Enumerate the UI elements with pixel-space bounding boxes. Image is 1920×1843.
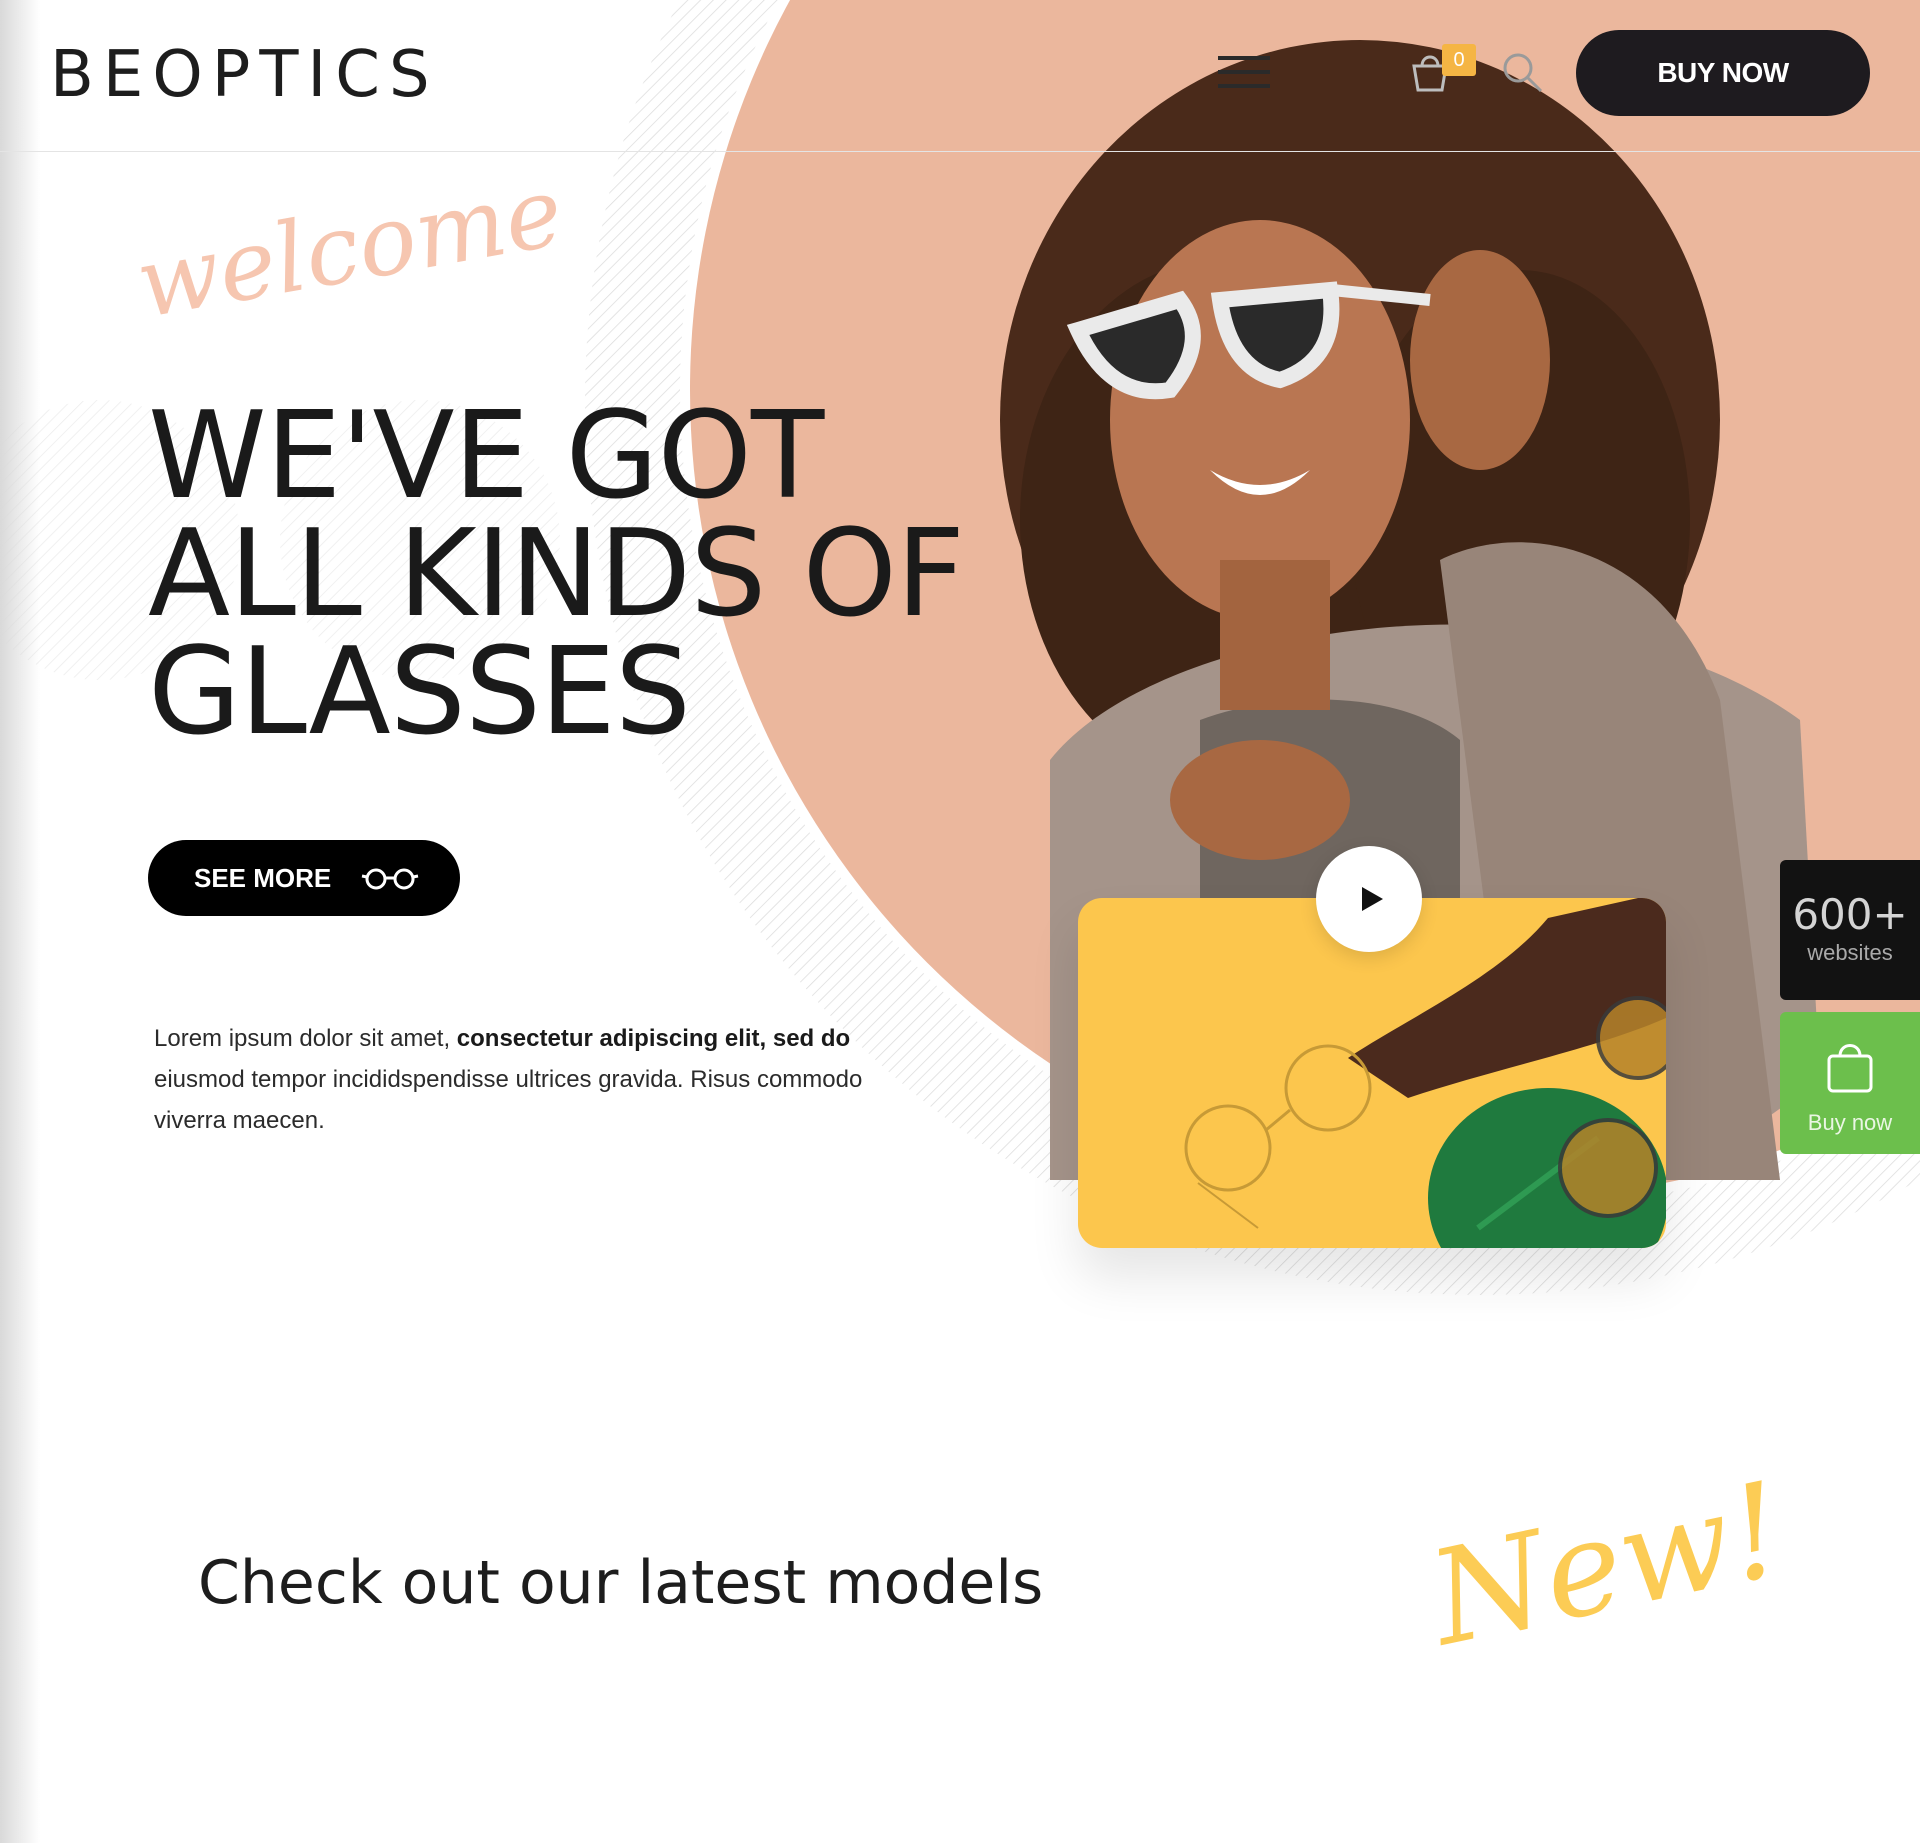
counter-value: 600+ [1792, 890, 1908, 939]
see-more-button[interactable]: SEE MORE [148, 840, 460, 916]
latest-models-heading: Check out our latest models [198, 1548, 1044, 1618]
new-script-label: New! [1418, 1452, 1797, 1676]
side-buy-now-widget[interactable]: Buy now [1780, 1012, 1920, 1154]
left-edge-shadow [0, 0, 40, 1843]
websites-counter-widget[interactable]: 600+ websites [1780, 860, 1920, 1000]
headline-line-3: GLASSES [148, 623, 691, 762]
side-buy-label: Buy now [1807, 1110, 1893, 1135]
shopping-bag-icon [1827, 1044, 1873, 1093]
headline-line-2: ALL KINDS OF [148, 505, 965, 644]
hero-intro-text: Lorem ipsum dolor sit amet, consectetur … [154, 1025, 863, 1134]
glasses-icon [361, 868, 419, 890]
cart-count-badge: 0 [1442, 44, 1476, 76]
buy-now-button[interactable]: BUY NOW [1576, 30, 1870, 116]
site-logo[interactable]: BEOPTICS [50, 38, 439, 112]
see-more-label: SEE MORE [194, 862, 332, 893]
menu-icon[interactable] [1218, 52, 1270, 92]
hero-headline: WE'VE GOT ALL KINDS OF GLASSES [148, 387, 965, 762]
play-video-button[interactable] [1316, 846, 1422, 952]
site-header: BEOPTICS 0 BUY NOW [0, 0, 1920, 152]
headline-line-1: WE'VE GOT [148, 387, 824, 526]
search-icon[interactable] [1500, 50, 1544, 94]
counter-label: websites [1807, 940, 1893, 965]
play-icon [1362, 887, 1383, 911]
